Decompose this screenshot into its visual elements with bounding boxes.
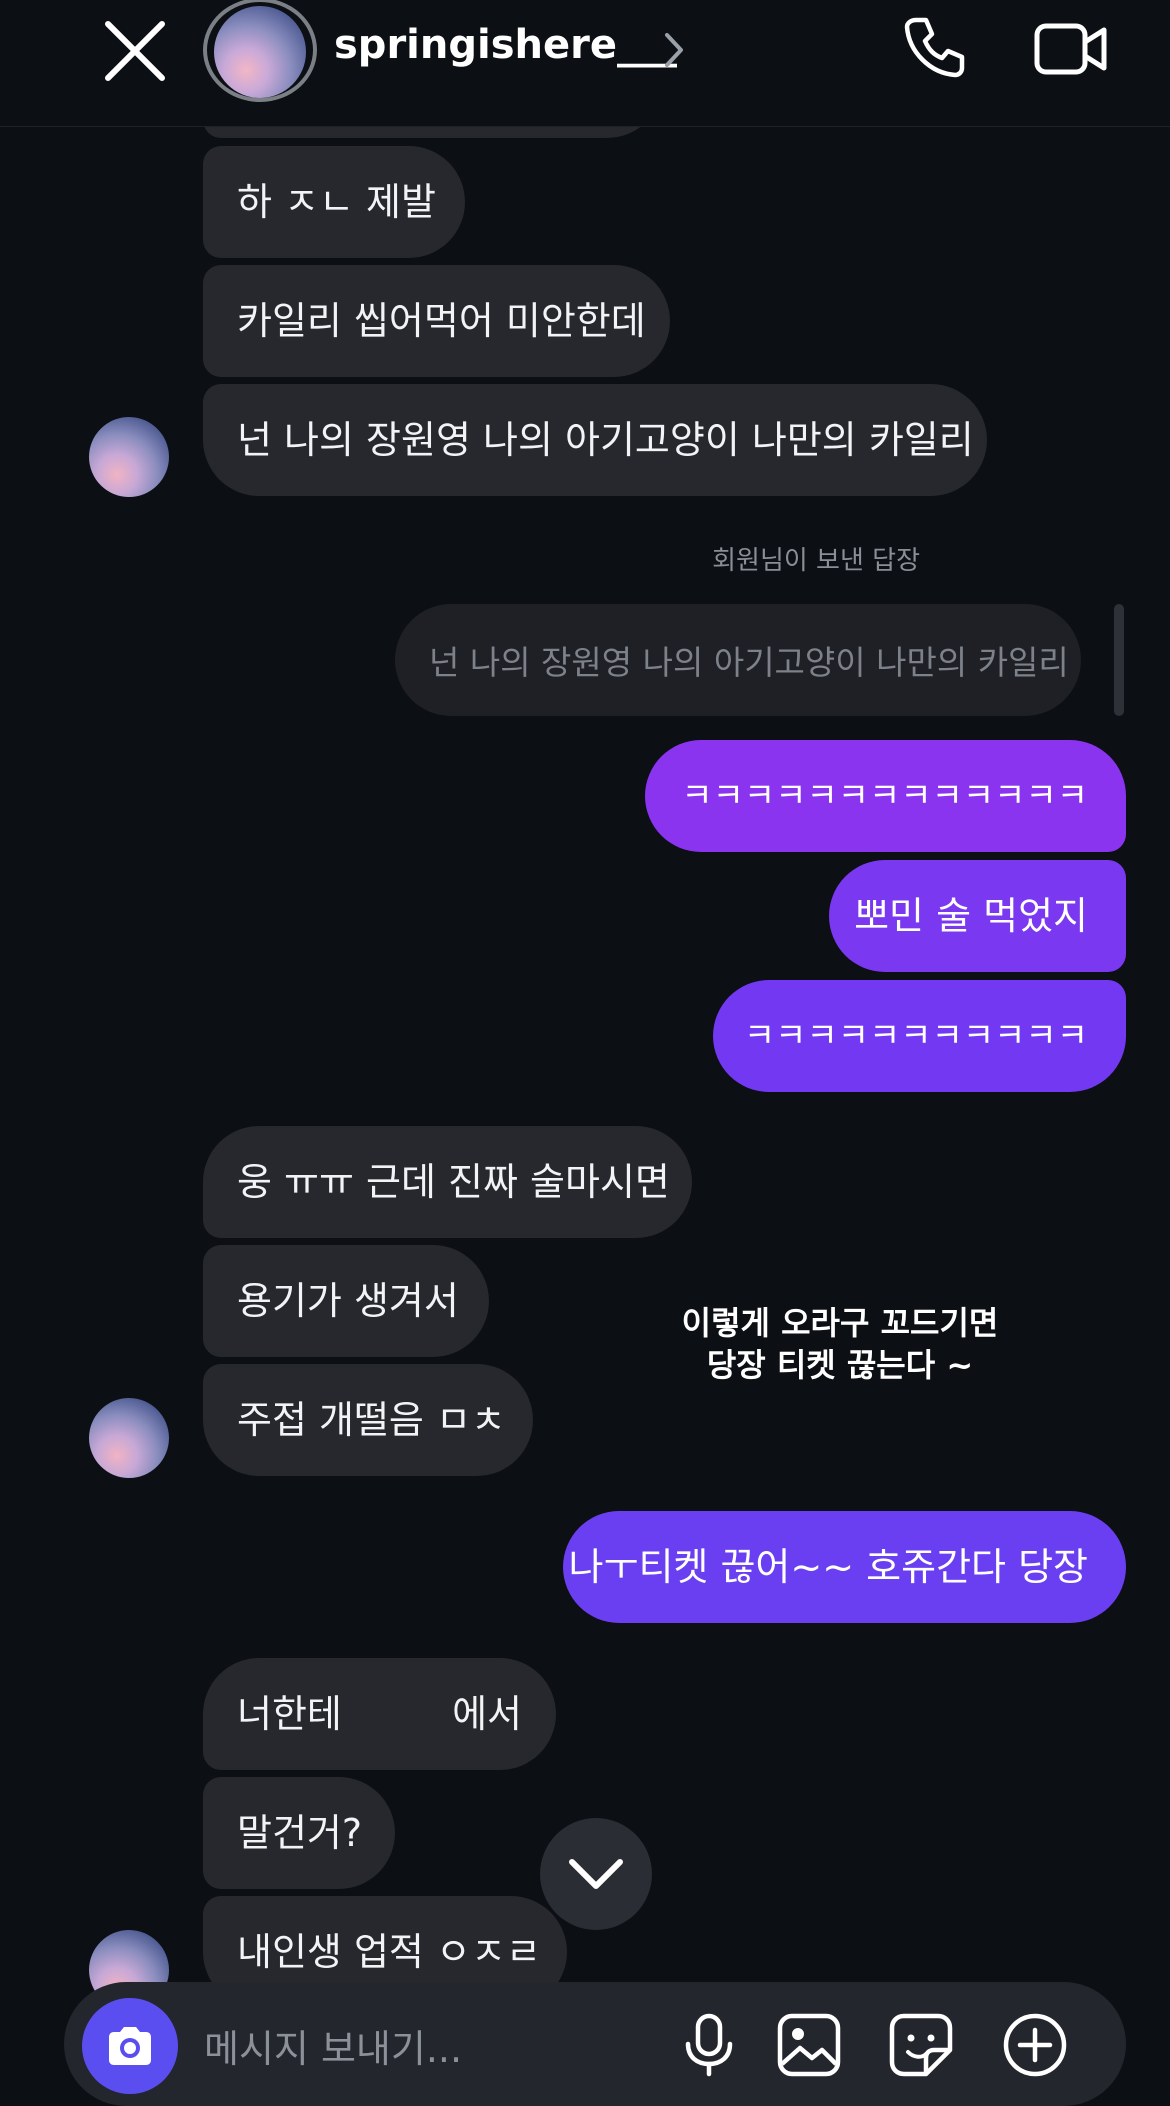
image-icon[interactable] <box>776 2012 842 2078</box>
phone-icon[interactable] <box>902 14 968 80</box>
reply-quoted-message[interactable]: 넌 나의 장원영 나의 아기고양이 나만의 카일리 <box>395 604 1081 716</box>
sender-avatar[interactable] <box>89 1398 169 1478</box>
chat-username[interactable]: springishere___ <box>334 22 677 68</box>
message-bubble-incoming[interactable]: 하 ㅈㄴ 제발 <box>203 146 465 258</box>
message-bubble-incoming[interactable]: 말건거? <box>203 1777 395 1889</box>
scroll-to-bottom-button[interactable] <box>540 1818 652 1930</box>
caption-line-2: 당장 티켓 끊는다 ~ <box>706 1346 974 1385</box>
video-camera-icon[interactable] <box>1034 18 1108 80</box>
message-bubble-outgoing[interactable]: 뽀민 술 먹었지 <box>829 860 1126 972</box>
overlay-caption: 이렇게 오라구 꼬드기면 당장 티켓 끊는다 ~ <box>660 1302 1020 1386</box>
message-input[interactable]: 메시지 보내기... <box>204 2018 462 2073</box>
message-bubble-incoming[interactable]: 너한테 에서 <box>203 1658 556 1770</box>
reply-indicator-bar <box>1114 604 1124 716</box>
microphone-icon[interactable] <box>676 2012 742 2078</box>
message-bubble-incoming[interactable]: 용기가 생겨서 <box>203 1245 489 1357</box>
profile-avatar[interactable] <box>214 6 306 98</box>
caption-line-1: 이렇게 오라구 꼬드기면 <box>681 1304 999 1342</box>
message-bubble-outgoing[interactable]: ㅋㅋㅋㅋㅋㅋㅋㅋㅋㅋㅋㅋㅋ <box>645 740 1126 852</box>
chevron-down-icon <box>569 1859 623 1889</box>
close-icon[interactable] <box>100 16 170 86</box>
message-bubble-outgoing[interactable]: 나ㅜ티켓 끊어~~ 호쥬간다 당장 <box>563 1511 1126 1623</box>
chevron-right-icon[interactable] <box>664 32 684 68</box>
plus-circle-icon[interactable] <box>1002 2012 1068 2078</box>
message-bubble-incoming[interactable]: 주접 개떨음 ㅁㅊ <box>203 1364 533 1476</box>
message-text-part: 너한테 <box>237 1692 342 1736</box>
message-bubble-incoming[interactable]: 웅 ㅠㅠ 근데 진짜 술마시면 <box>203 1126 692 1238</box>
sticker-icon[interactable] <box>888 2012 954 2078</box>
message-text-part: 에서 <box>452 1692 522 1736</box>
message-bubble-outgoing[interactable]: ㅋㅋㅋㅋㅋㅋㅋㅋㅋㅋㅋ <box>713 980 1126 1092</box>
camera-icon <box>109 2027 151 2065</box>
reply-label: 회원님이 보낸 답장 <box>712 546 920 576</box>
message-bubble-incoming[interactable]: 카일리 씹어먹어 미안한데 <box>203 265 670 377</box>
sender-avatar[interactable] <box>89 417 169 497</box>
header-divider <box>44 126 1150 127</box>
message-bubble-incoming[interactable]: 넌 나의 장원영 나의 아기고양이 나만의 카일리 <box>203 384 987 496</box>
